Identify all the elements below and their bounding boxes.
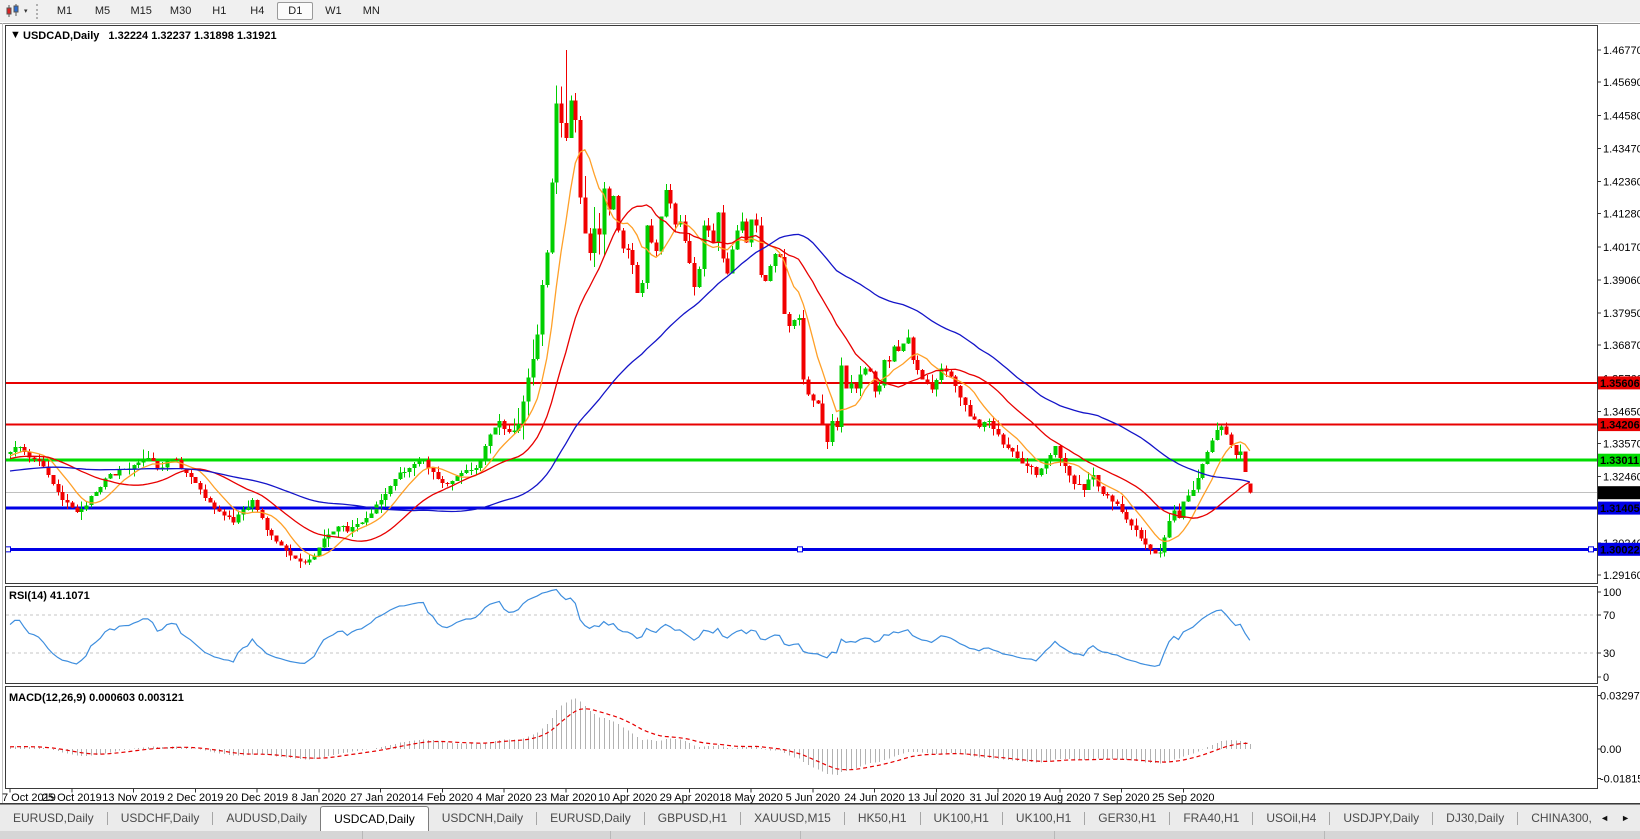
status-strip-divider [800,831,801,839]
svg-text:1.39060: 1.39060 [1603,275,1640,287]
status-strip-divider [1054,831,1055,839]
svg-text:1.34206: 1.34206 [1600,420,1640,432]
svg-text:30: 30 [1603,648,1615,660]
svg-text:1.44580: 1.44580 [1603,110,1640,122]
svg-text:0.00: 0.00 [1600,744,1621,756]
panel-divider-rsi[interactable] [5,583,1597,587]
svg-text:0: 0 [1603,672,1609,684]
svg-text:25 Oct 2019: 25 Oct 2019 [42,792,102,804]
svg-text:1.36870: 1.36870 [1603,340,1640,352]
svg-text:1.33011: 1.33011 [1600,455,1639,467]
tab-scroll-right-icon[interactable]: ► [1621,813,1630,823]
svg-text:29 Apr 2020: 29 Apr 2020 [660,792,719,804]
symbol-tab-hk50-h1[interactable]: HK50,H1 [845,805,920,831]
symbol-tab-usdcad-daily[interactable]: USDCAD,Daily [320,806,429,832]
status-strip-divider [610,831,611,839]
svg-text:100: 100 [1603,587,1621,599]
svg-text:2 Dec 2019: 2 Dec 2019 [167,792,223,804]
symbol-tab-bar: EURUSD,DailyUSDCHF,DailyAUDUSD,DailyUSDC… [0,804,1640,831]
svg-text:1.34650: 1.34650 [1603,406,1640,418]
chart-window[interactable]: 1.46770 1.45690 1.44580 1.43470 1.42360 1.412… [0,0,1640,839]
svg-text:70: 70 [1603,610,1615,622]
svg-text:1.29160: 1.29160 [1603,570,1640,582]
chart-context-caret[interactable]: ▼ [10,29,21,41]
symbol-tab-usdchf-daily[interactable]: USDCHF,Daily [108,805,213,831]
symbol-tab-fra40-h1[interactable]: FRA40,H1 [1170,805,1252,831]
symbol-tab-usdcnh-daily[interactable]: USDCNH,Daily [429,805,536,831]
svg-text:7 Sep 2020: 7 Sep 2020 [1093,792,1149,804]
svg-text:1.32460: 1.32460 [1603,472,1640,484]
svg-text:20 Dec 2019: 20 Dec 2019 [226,792,288,804]
svg-text:1.30022: 1.30022 [1600,544,1640,556]
svg-text:13 Jul 2020: 13 Jul 2020 [908,792,965,804]
symbol-tab-gbpusd-h1[interactable]: GBPUSD,H1 [645,805,740,831]
symbol-tab-uk100-h1[interactable]: UK100,H1 [1003,805,1084,831]
symbol-tab-dj30-daily[interactable]: DJ30,Daily [1433,805,1517,831]
svg-text:4 Mar 2020: 4 Mar 2020 [476,792,532,804]
symbol-tab-ger30-h1[interactable]: GER30,H1 [1085,805,1169,831]
status-strip-divider [1324,831,1325,839]
symbol-tab-xauusd-m15[interactable]: XAUUSD,M15 [741,805,844,831]
svg-text:1.40170: 1.40170 [1603,242,1640,254]
svg-text:25 Sep 2020: 25 Sep 2020 [1152,792,1214,804]
svg-text:1.37950: 1.37950 [1603,308,1640,320]
svg-text:24 Jun 2020: 24 Jun 2020 [844,792,905,804]
svg-text:1.46770: 1.46770 [1603,45,1640,57]
svg-text:13 Nov 2019: 13 Nov 2019 [102,792,164,804]
svg-text:1.31921: 1.31921 [1600,488,1640,500]
svg-text:1.43470: 1.43470 [1603,143,1640,155]
rsi-label: RSI(14) 41.1071 [9,590,90,602]
svg-text:-0.018154: -0.018154 [1600,773,1640,785]
svg-text:23 Mar 2020: 23 Mar 2020 [535,792,597,804]
svg-text:19 Aug 2020: 19 Aug 2020 [1029,792,1091,804]
svg-text:1.41280: 1.41280 [1603,209,1640,221]
svg-text:1.31405: 1.31405 [1600,503,1640,515]
bottom-status-strip [0,831,1640,839]
symbol-tab-uk100-h1[interactable]: UK100,H1 [921,805,1002,831]
symbol-tab-usdjpy-daily[interactable]: USDJPY,Daily [1330,805,1432,831]
svg-text:1.33570: 1.33570 [1603,439,1640,451]
symbol-tab-audusd-daily[interactable]: AUDUSD,Daily [213,805,320,831]
svg-text:1.42360: 1.42360 [1603,177,1640,189]
svg-text:10 Apr 2020: 10 Apr 2020 [598,792,657,804]
status-strip-divider [362,831,363,839]
svg-text:31 Jul 2020: 31 Jul 2020 [970,792,1027,804]
svg-text:0.032972: 0.032972 [1600,690,1640,702]
svg-text:5 Jun 2020: 5 Jun 2020 [786,792,840,804]
svg-text:1.45690: 1.45690 [1603,77,1640,89]
svg-text:8 Jan 2020: 8 Jan 2020 [292,792,346,804]
tab-scroll-left-icon[interactable]: ◄ [1600,813,1609,823]
macd-label: MACD(12,26,9) 0.000603 0.003121 [9,692,184,704]
svg-text:14 Feb 2020: 14 Feb 2020 [411,792,473,804]
mt4-terminal: { "toolbar": { "timeframes": ["M1","M5",… [0,0,1640,839]
hline-selection-handle[interactable] [6,547,11,552]
panel-divider-macd[interactable] [5,683,1597,687]
svg-text:27 Jan 2020: 27 Jan 2020 [350,792,411,804]
symbol-tab-eurusd-daily[interactable]: EURUSD,Daily [537,805,644,831]
svg-text:18 May 2020: 18 May 2020 [719,792,783,804]
hline-selection-handle[interactable] [798,547,803,552]
symbol-tab-eurusd-daily[interactable]: EURUSD,Daily [0,805,107,831]
tab-scroll-arrows: ◄► [1592,805,1640,830]
chart-title: USDCAD,Daily1.32224 1.32237 1.31898 1.31… [23,30,277,42]
symbol-tab-usoil-h4[interactable]: USOil,H4 [1253,805,1329,831]
svg-text:1.35606: 1.35606 [1600,378,1640,390]
hline-selection-handle[interactable] [1589,547,1594,552]
